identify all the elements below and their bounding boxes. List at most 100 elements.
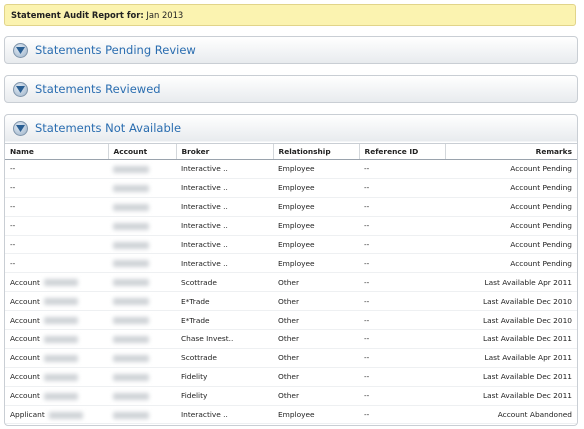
table-row[interactable]: Account E*Trade Other -- Last Available Dec … [5,310,577,331]
remarks-cell: Account Pending [445,197,577,217]
name-cell: Account [5,348,108,368]
name-cell: -- [5,197,108,217]
col-header-name[interactable]: Name [5,144,109,160]
row-name-text: -- [10,164,16,174]
account-cell [108,197,176,217]
account-cell [108,386,176,406]
row-name-text: -- [10,202,16,212]
remarks-cell: Last Available Dec 2011 [445,386,577,406]
statements-table: Name Account Broker Relationship Referen… [5,144,577,425]
relationship-cell: Employee [273,423,359,425]
table-row[interactable]: Account Chase Invest.. Other -- Last Availab… [5,329,577,349]
panel-title[interactable]: Statements Reviewed [35,76,161,102]
row-name-text: Account [10,391,40,401]
name-cell: Account [5,386,108,406]
row-name-text: Account [10,353,40,363]
reference-id-cell: -- [359,310,445,331]
table-row[interactable]: Test Test Interactive ..Employee--Account… [5,423,577,425]
redacted-account-number [113,411,149,419]
remarks-cell: Account Pending [445,178,577,198]
table-row[interactable]: -- Interactive .. Employee -- Account Pendin… [5,235,577,255]
table-row[interactable]: -- Interactive .. Employee -- Account Pendin… [5,159,577,179]
row-name-text: Account [10,315,40,325]
col-header-relationship[interactable]: Relationship [273,144,360,160]
remarks-cell: Last Available Dec 2011 [445,367,577,387]
chevron-down-icon[interactable] [13,82,28,97]
redacted-account-number [113,373,149,381]
table-row[interactable]: Account Fidelity Other -- Last Available Dec… [5,367,577,387]
remarks-cell: Last Available Dec 2010 [445,291,577,312]
relationship-cell: Other [273,310,359,331]
row-name-text: -- [10,240,16,249]
broker-cell: Interactive .. [176,178,273,198]
redacted-account-number [113,222,149,230]
account-cell [108,367,176,387]
table-row[interactable]: -- Interactive .. Employee -- Account Pendin… [5,197,577,217]
reference-id-cell: -- [359,386,445,406]
remarks-cell: Account Pending [445,159,577,179]
panel-not-available: Statements Not Available Name Account Br… [4,114,578,426]
panel-title[interactable]: Statements Not Available [35,115,181,141]
table-row[interactable]: -- Interactive .. Employee -- Account Pendin… [5,253,577,274]
broker-cell: Interactive .. [176,197,273,217]
redacted-account-number [113,317,149,325]
relationship-cell: Other [273,348,359,368]
broker-cell: E*Trade [176,291,273,312]
reference-id-cell: -- [359,235,445,255]
col-header-reference-id[interactable]: Reference ID [359,144,446,160]
col-header-broker[interactable]: Broker [176,144,274,160]
table-row[interactable]: -- Interactive .. Employee -- Account Pendin… [5,178,577,198]
remarks-cell: Account Pending [445,216,577,236]
reference-id-cell: -- [359,291,445,312]
chevron-down-icon[interactable] [13,43,28,58]
name-cell: Account [5,367,108,387]
relationship-cell: Other [273,329,359,349]
broker-cell: Fidelity [176,367,273,387]
relationship-cell: Employee [273,235,359,255]
redacted-name [48,411,83,419]
redacted-account-number [113,203,149,211]
remarks-cell: Account Pending [445,423,577,425]
broker-cell: Interactive .. [176,159,273,179]
remarks-cell: Account Abandoned [445,405,577,425]
panel-reviewed[interactable]: Statements Reviewed [4,75,578,103]
account-cell [108,159,176,179]
broker-cell: Scottrade [176,272,273,293]
redacted-account-number [113,354,149,362]
broker-cell: Interactive .. [176,253,273,274]
table-row[interactable]: Applicant Interactive .. Employee -- Account… [5,405,577,425]
panel-pending-review[interactable]: Statements Pending Review [4,36,578,64]
reference-id-cell: -- [359,197,445,217]
reference-id-cell: -- [359,348,445,368]
chevron-down-icon[interactable] [13,121,28,136]
row-name-text: -- [10,183,16,193]
table-row[interactable]: Account Fidelity Other -- Last Available Dec… [5,386,577,406]
table-row[interactable]: Account Scottrade Other -- Last Available Ap… [5,348,577,368]
account-cell [108,348,176,368]
panel-header[interactable]: Statements Not Available [5,115,577,144]
col-header-remarks[interactable]: Remarks [445,144,577,160]
panel-title[interactable]: Statements Pending Review [35,37,196,63]
relationship-cell: Other [273,291,359,312]
relationship-cell: Employee [273,405,359,425]
table-row[interactable]: Account Scottrade Other -- Last Available Ap… [5,272,577,293]
remarks-cell: Last Available Dec 2010 [445,310,577,331]
reference-id-cell: -- [359,367,445,387]
account-cell [108,272,176,293]
relationship-cell: Employee [273,197,359,217]
account-cell [108,216,176,236]
name-cell: Applicant [5,405,108,425]
redacted-account-number [113,279,149,287]
redacted-account-number [113,184,149,192]
broker-cell: Interactive .. [176,216,273,236]
table-row[interactable]: Account E*Trade Other -- Last Available Dec … [5,291,577,312]
remarks-cell: Last Available Dec 2011 [445,329,577,349]
remarks-cell: Account Pending [445,253,577,274]
row-name-text: Account [10,334,40,344]
name-cell: Account [5,272,108,293]
reference-id-cell: -- [359,272,445,293]
reference-id-cell: -- [359,329,445,349]
table-row[interactable]: -- Interactive .. Employee -- Account Pendin… [5,216,577,236]
col-header-account[interactable]: Account [108,144,177,160]
account-cell [108,423,176,425]
